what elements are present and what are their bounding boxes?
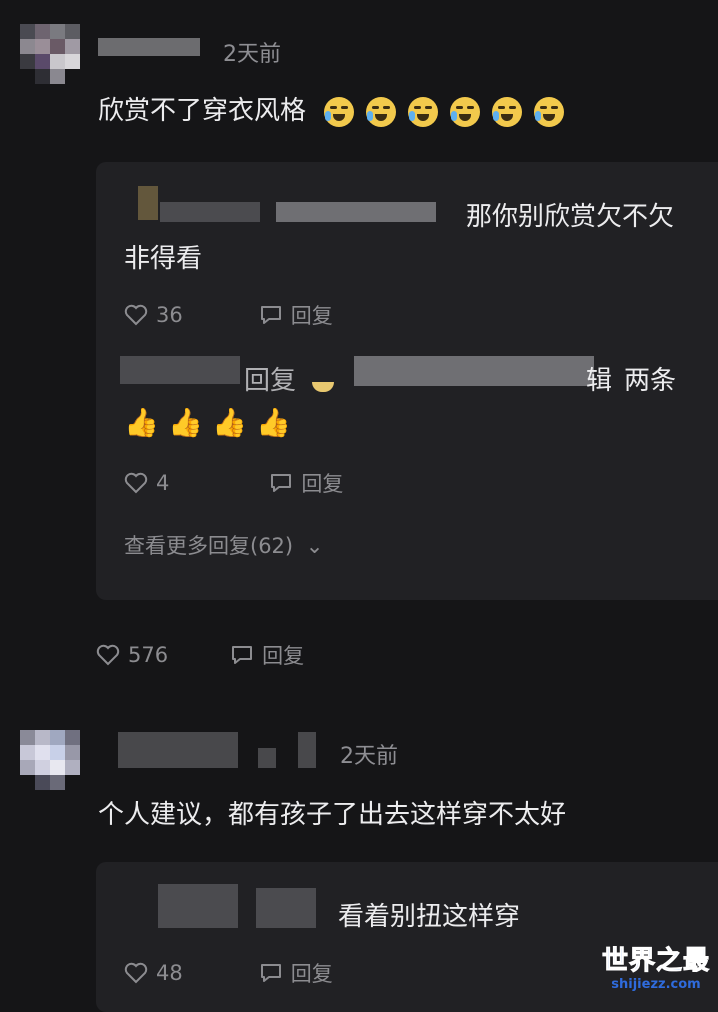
comment-icon xyxy=(260,964,281,982)
thumbs-up-emoji: 👍 xyxy=(168,406,203,439)
heart-icon xyxy=(96,644,120,666)
avatar[interactable] xyxy=(20,730,80,790)
reply2-actions: 4 回复 xyxy=(124,468,343,498)
crying-laughing-emoji-row xyxy=(324,96,576,127)
comment-actions: 576 回复 xyxy=(96,640,304,670)
reply-author-blurred[interactable] xyxy=(160,202,260,222)
view-more-replies[interactable]: 查看更多回复(62) ⌄ xyxy=(124,530,323,560)
like-count: 4 xyxy=(156,471,170,495)
reply-actions: 36 回复 xyxy=(124,300,333,330)
like-button[interactable]: 4 xyxy=(124,471,169,495)
reply-author-avatar-blurred[interactable] xyxy=(138,186,158,220)
heart-icon xyxy=(124,472,148,494)
reply-button[interactable]: 回复 xyxy=(269,468,343,498)
reply2-text-partial: 辑 xyxy=(586,366,613,396)
watermark-url: shijiezz.com xyxy=(611,977,701,992)
reply2-author-blurred[interactable] xyxy=(120,356,240,384)
watermark: 世界之最 shijiezz.com xyxy=(601,940,710,993)
heart-icon xyxy=(124,304,148,326)
reply2-author-badge xyxy=(312,382,334,392)
username-blurred[interactable] xyxy=(98,38,200,56)
reply-label: 回复 xyxy=(301,472,344,496)
comment-icon xyxy=(232,646,253,664)
reply-author-blurred[interactable] xyxy=(256,888,316,928)
crying-laughing-emoji xyxy=(366,96,397,127)
like-button[interactable]: 36 xyxy=(124,303,183,327)
reply2-prefix: 回复 xyxy=(244,366,297,396)
reply-label: 回复 xyxy=(262,644,305,668)
crying-laughing-emoji xyxy=(534,96,565,127)
comment-time: 2天前 xyxy=(223,42,281,67)
heart-icon xyxy=(124,962,148,984)
comment-text: 欣赏不了穿衣风格 xyxy=(98,90,576,127)
comment-icon xyxy=(260,306,281,324)
reply-label: 回复 xyxy=(290,304,333,328)
reply-thread: 那你别欣赏欠不欠 非得看 36 回复 回复 辑 两条 👍 👍 👍 👍 4 回复 查看更… xyxy=(96,162,718,600)
avatar[interactable] xyxy=(20,24,80,84)
crying-laughing-emoji xyxy=(492,96,523,127)
crying-laughing-emoji xyxy=(324,96,355,127)
reply2-text-end: 两条 xyxy=(624,366,677,396)
reply-author-blurred[interactable] xyxy=(158,884,238,928)
reply2-target-blurred[interactable] xyxy=(354,356,594,386)
thumbs-up-emoji: 👍 xyxy=(124,406,159,439)
reply-button[interactable]: 回复 xyxy=(230,640,304,670)
reply-label: 回复 xyxy=(290,962,333,986)
comment-text: 个人建议，都有孩子了出去这样穿不太好 xyxy=(98,800,567,830)
watermark-title: 世界之最 xyxy=(601,946,710,977)
like-count: 48 xyxy=(156,961,183,985)
reply-text: 看着别扭这样穿 xyxy=(338,902,521,932)
crying-laughing-emoji xyxy=(450,96,481,127)
username-blurred[interactable] xyxy=(298,732,316,768)
like-button[interactable]: 48 xyxy=(124,961,183,985)
username-blurred[interactable] xyxy=(118,732,238,768)
reply-target-blurred[interactable] xyxy=(276,202,436,222)
crying-laughing-emoji xyxy=(408,96,439,127)
reply-button[interactable]: 回复 xyxy=(259,300,333,330)
username-blurred[interactable] xyxy=(258,748,276,768)
thumbs-up-emoji: 👍 xyxy=(212,406,247,439)
comment-icon xyxy=(271,474,292,492)
thumbs-up-emoji: 👍 xyxy=(256,406,291,439)
thumbs-up-row: 👍 👍 👍 👍 xyxy=(124,406,300,439)
like-count: 576 xyxy=(128,643,169,667)
reply-text-line2: 非得看 xyxy=(124,244,203,274)
reply-button[interactable]: 回复 xyxy=(259,958,333,988)
reply-actions: 48 回复 xyxy=(124,958,333,988)
like-count: 36 xyxy=(156,303,183,327)
reply-text-line1: 那你别欣赏欠不欠 xyxy=(466,202,675,232)
comment-time: 2天前 xyxy=(340,744,398,769)
chevron-down-icon: ⌄ xyxy=(305,534,324,558)
like-button[interactable]: 576 xyxy=(96,643,168,667)
